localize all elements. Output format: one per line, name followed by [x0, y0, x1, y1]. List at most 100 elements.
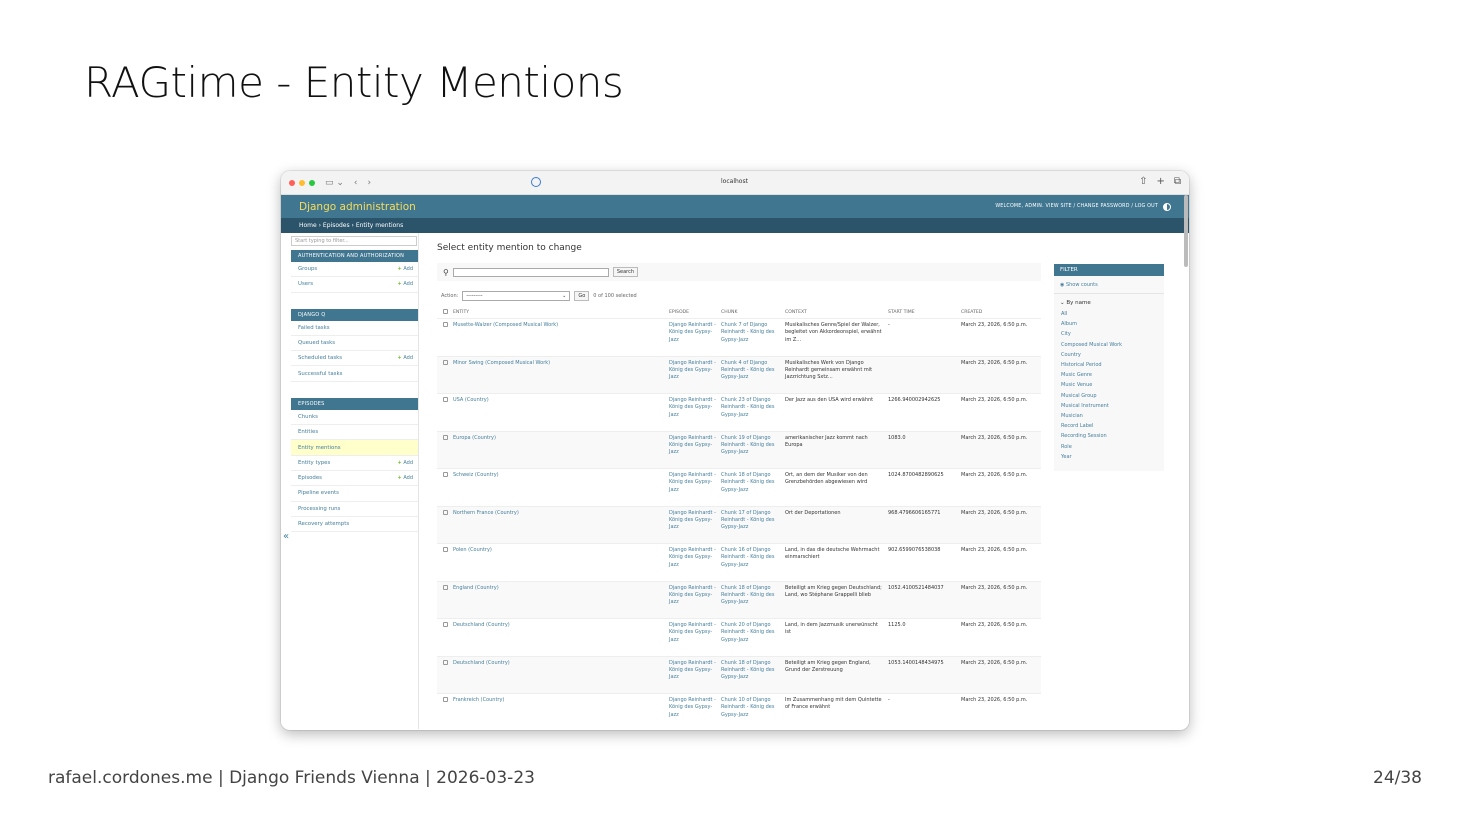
filter-option[interactable]: City [1054, 329, 1164, 339]
episode-link[interactable]: Django Reinhardt - König des Gypsy-Jazz [667, 356, 719, 394]
module-caption[interactable]: DJANGO Q [291, 308, 418, 321]
sidebar-item-entity-types[interactable]: Entity types + Add [291, 456, 418, 471]
row-checkbox[interactable] [443, 697, 448, 702]
episode-link[interactable]: Django Reinhardt - König des Gypsy-Jazz [667, 393, 719, 432]
filter-option[interactable]: Musician [1054, 411, 1164, 421]
sidebar-item-groups[interactable]: Groups + Add [291, 262, 418, 278]
sidebar-item-label[interactable]: Scheduled tasks [298, 355, 342, 361]
entity-link[interactable]: Northern France (Country) [451, 506, 667, 544]
sidebar-item-label[interactable]: Groups [298, 266, 317, 272]
breadcrumb[interactable]: Home › Episodes › Entity mentions [281, 218, 1189, 233]
minimize-window-button[interactable] [299, 179, 305, 186]
sidebar-item-scheduled-tasks[interactable]: Scheduled tasks + Add [291, 351, 418, 367]
go-button[interactable]: Go [574, 291, 590, 301]
search-input[interactable] [452, 267, 609, 277]
add-link[interactable]: + Add [398, 266, 413, 272]
filter-option[interactable]: Musical Instrument [1054, 401, 1164, 411]
sidebar-toggle-icon[interactable]: ▭ ⌄ [325, 178, 344, 188]
episode-link[interactable]: Django Reinhardt - König des Gypsy-Jazz [667, 543, 719, 582]
chunk-link[interactable]: Chunk 19 of Django Reinhardt - König des… [719, 431, 783, 469]
column-header[interactable]: EPISODE [667, 307, 719, 319]
entity-link[interactable]: Polen (Country) [451, 543, 667, 582]
entity-link[interactable]: USA (Country) [451, 393, 667, 432]
filter-by-name[interactable]: ⌄ By name [1054, 294, 1164, 309]
entity-link[interactable]: Deutschland (Country) [451, 656, 667, 694]
filter-option[interactable]: Country [1054, 350, 1164, 360]
episode-link[interactable]: Django Reinhardt - König des Gypsy-Jazz [667, 506, 719, 544]
entity-link[interactable]: Europa (Country) [451, 431, 667, 469]
filter-option[interactable]: Music Genre [1054, 370, 1164, 380]
tab-overview-icon[interactable]: ⧉ [1174, 176, 1181, 187]
module-caption[interactable]: EPISODES [291, 397, 418, 410]
row-checkbox[interactable] [443, 434, 448, 440]
entity-link[interactable]: Musette-Walzer (Composed Musical Work) [451, 318, 667, 357]
chunk-link[interactable]: Chunk 16 of Django Reinhardt - König des… [719, 543, 783, 582]
sidebar-item-label[interactable]: Entity types [298, 460, 330, 466]
episode-link[interactable]: Django Reinhardt - König des Gypsy-Jazz [667, 468, 719, 507]
user-tools-links[interactable]: WELCOME, ADMIN. VIEW SITE / CHANGE PASSW… [995, 204, 1158, 209]
sidebar-item-label[interactable]: Recovery attempts [298, 521, 349, 527]
filter-option[interactable]: All [1054, 309, 1164, 319]
filter-option[interactable]: Recording Session [1054, 431, 1164, 441]
filter-option[interactable]: Album [1054, 319, 1164, 329]
sidebar-item-failed-tasks[interactable]: Failed tasks [291, 321, 418, 336]
add-link[interactable]: + Add [398, 475, 413, 481]
entity-link[interactable]: Deutschland (Country) [451, 618, 667, 657]
episode-link[interactable]: Django Reinhardt - König des Gypsy-Jazz [667, 581, 719, 619]
back-icon[interactable]: ‹ [354, 178, 358, 188]
collapse-sidebar-icon[interactable]: « [283, 531, 289, 542]
filter-option[interactable]: Record Label [1054, 421, 1164, 431]
episode-link[interactable]: Django Reinhardt - König des Gypsy-Jazz [667, 693, 719, 730]
row-checkbox[interactable] [443, 397, 448, 402]
entity-link[interactable]: England (Country) [451, 581, 667, 619]
entity-link[interactable]: Schweiz (Country) [451, 468, 667, 507]
chunk-link[interactable]: Chunk 7 of Django Reinhardt - König des … [719, 318, 783, 357]
close-window-button[interactable] [289, 179, 295, 186]
sidebar-item-entity-mentions[interactable]: Entity mentions [291, 440, 418, 456]
row-checkbox[interactable] [443, 322, 448, 327]
sidebar-item-label[interactable]: Failed tasks [298, 325, 330, 331]
sidebar-item-processing-runs[interactable]: Processing runs [291, 502, 418, 517]
row-checkbox[interactable] [443, 509, 448, 515]
episode-link[interactable]: Django Reinhardt - König des Gypsy-Jazz [667, 656, 719, 694]
sidebar-item-label[interactable]: Pipeline events [298, 490, 339, 496]
admin-brand[interactable]: Django administration [299, 201, 416, 213]
sidebar-item-users[interactable]: Users + Add [291, 277, 418, 293]
sidebar-item-label[interactable]: Entity mentions [298, 445, 341, 451]
column-header[interactable]: START TIME [886, 307, 959, 319]
episode-link[interactable]: Django Reinhardt - König des Gypsy-Jazz [667, 618, 719, 657]
new-tab-icon[interactable]: + [1156, 176, 1164, 187]
forward-icon[interactable]: › [368, 178, 372, 188]
row-checkbox[interactable] [443, 472, 448, 477]
filter-option[interactable]: Music Venue [1054, 380, 1164, 390]
row-checkbox[interactable] [443, 584, 448, 590]
sidebar-item-pipeline-events[interactable]: Pipeline events [291, 486, 418, 502]
address-bar[interactable]: localhost [721, 178, 748, 185]
sidebar-item-label[interactable]: Successful tasks [298, 371, 342, 377]
add-link[interactable]: + Add [398, 281, 413, 287]
filter-option[interactable]: Composed Musical Work [1054, 340, 1164, 350]
zoom-window-button[interactable] [309, 179, 315, 186]
scrollbar[interactable] [1184, 195, 1188, 267]
sidebar-item-recovery-attempts[interactable]: Recovery attempts [291, 517, 418, 533]
column-header[interactable]: ENTITY [451, 307, 667, 319]
episode-link[interactable]: Django Reinhardt - König des Gypsy-Jazz [667, 318, 719, 357]
sidebar-item-label[interactable]: Entities [298, 429, 318, 435]
episode-link[interactable]: Django Reinhardt - König des Gypsy-Jazz [667, 431, 719, 469]
sidebar-item-label[interactable]: Episodes [298, 475, 322, 481]
sidebar-item-label[interactable]: Queued tasks [298, 340, 335, 346]
sidebar-item-successful-tasks[interactable]: Successful tasks [291, 366, 418, 382]
add-link[interactable]: + Add [398, 355, 413, 361]
sidebar-item-label[interactable]: Processing runs [298, 506, 340, 512]
sidebar-item-label[interactable]: Chunks [298, 414, 318, 420]
filter-option[interactable]: Musical Group [1054, 391, 1164, 401]
column-header[interactable]: CONTEXT [783, 307, 886, 319]
entity-link[interactable]: Minor Swing (Composed Musical Work) [451, 356, 667, 394]
select-all-checkbox[interactable] [443, 309, 448, 314]
sidebar-item-queued-tasks[interactable]: Queued tasks [291, 336, 418, 352]
sidebar-item-episodes[interactable]: Episodes + Add [291, 471, 418, 487]
filter-option[interactable]: Year [1054, 452, 1164, 462]
row-checkbox[interactable] [443, 359, 448, 365]
privacy-icon[interactable] [531, 177, 541, 187]
chunk-link[interactable]: Chunk 4 of Django Reinhardt - König des … [719, 356, 783, 394]
